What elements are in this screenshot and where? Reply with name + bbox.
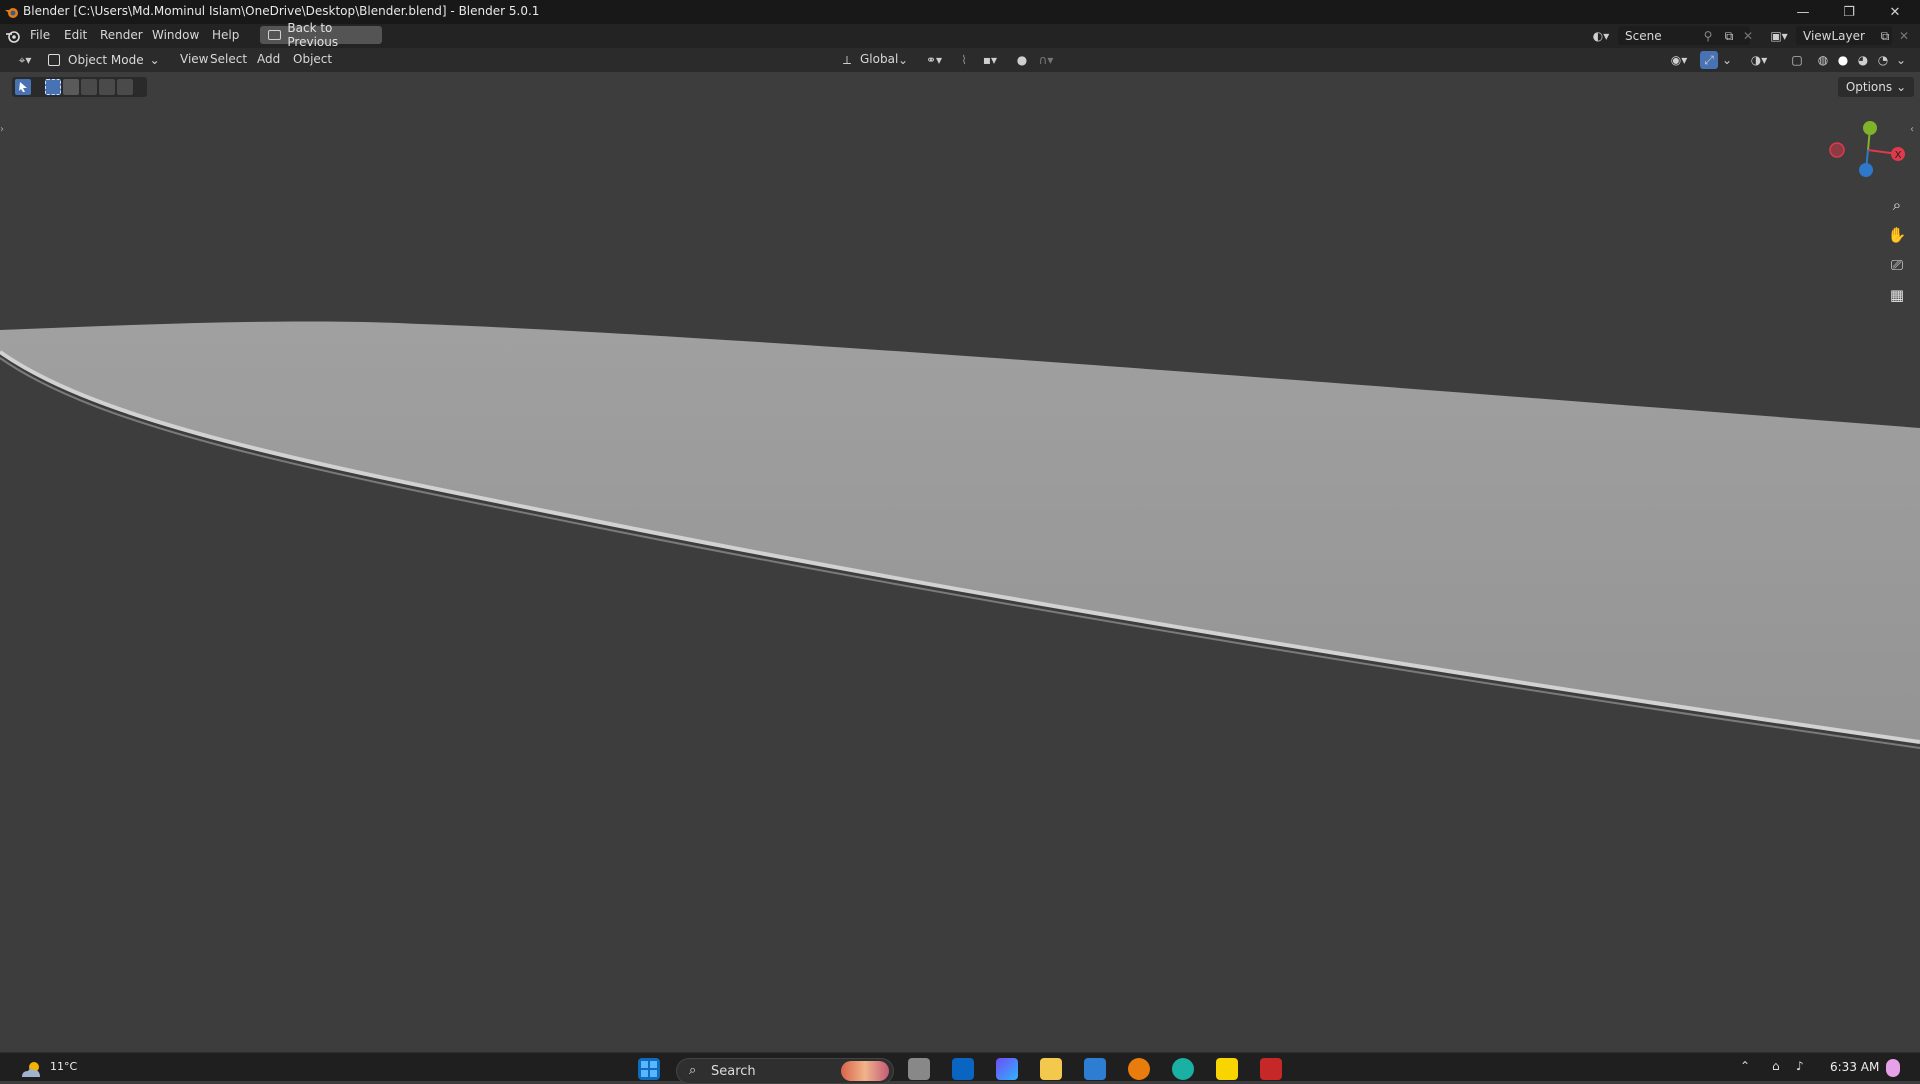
toolbar-toggle-icon[interactable]: › (0, 124, 4, 135)
taskbar-clock[interactable]: 6:33 AM (1830, 1060, 1879, 1074)
menu-help[interactable]: Help (212, 28, 239, 42)
select-new-icon[interactable] (45, 79, 61, 95)
menu-file[interactable]: File (30, 28, 50, 42)
menu-edit[interactable]: Edit (64, 28, 87, 42)
blender-menu-icon[interactable] (5, 28, 21, 44)
perspective-grid-icon[interactable]: ▦ (1883, 281, 1911, 309)
viewport-header: ⌖▾ View Select Add Object ⟂ Global ⌄ ⚭▾ … (0, 48, 1920, 72)
select-extend-icon[interactable] (63, 79, 79, 95)
tray-overflow-icon[interactable]: ⌃ (1740, 1059, 1750, 1073)
pan-hand-icon[interactable]: ✋ (1883, 221, 1911, 249)
scene-selector-icon[interactable]: ◐▾ (1586, 27, 1616, 45)
camera-view-icon[interactable]: ⎚ (1883, 251, 1911, 279)
3d-viewport[interactable]: Options ⌄ › ‹ X ⌕ ✋ ⎚ ▦ (0, 72, 1920, 1052)
select-intersect-icon[interactable] (117, 79, 133, 95)
new-scene-icon[interactable]: ⧉ (1720, 27, 1738, 45)
wireframe-shading-icon[interactable]: ◍ (1814, 51, 1832, 69)
volume-icon[interactable]: ♪ (1796, 1059, 1804, 1073)
network-icon[interactable]: ⌂ (1772, 1059, 1780, 1073)
microsoft-store-icon[interactable] (1084, 1058, 1106, 1080)
delete-scene-icon[interactable]: ✕ (1740, 27, 1756, 45)
back-screen-icon (268, 30, 282, 40)
editor-type-icon[interactable]: ⌖▾ (10, 51, 40, 69)
overlays-icon[interactable]: ◑▾ (1744, 51, 1774, 69)
transform-orientation-select[interactable]: Global (860, 52, 898, 66)
shading-options-icon[interactable]: ⌄ (1894, 51, 1908, 69)
xray-toggle-icon[interactable]: ▢ (1788, 51, 1806, 69)
rendered-shading-icon[interactable]: ◔ (1874, 51, 1892, 69)
gizmo-neg-x-axis[interactable] (1829, 142, 1845, 158)
search-highlight-image (841, 1061, 889, 1081)
pin-scene-icon[interactable]: ⚲ (1700, 27, 1716, 45)
pivot-point-icon[interactable]: ⚭▾ (920, 51, 948, 69)
search-placeholder: Search (711, 1064, 756, 1079)
object-mode-icon (48, 54, 60, 66)
weather-icon[interactable] (18, 1057, 44, 1081)
gizmo-dropdown-icon[interactable]: ⌄ (1720, 51, 1734, 69)
proportional-editing-icon[interactable]: ● (1014, 51, 1030, 69)
maximize-button[interactable]: ❐ (1826, 0, 1872, 24)
close-button[interactable]: ✕ (1872, 0, 1918, 24)
menu-window[interactable]: Window (152, 28, 199, 42)
menu-select[interactable]: Select (210, 52, 247, 66)
view-layer-selector-icon[interactable]: ▣▾ (1764, 27, 1794, 45)
task-view-icon[interactable] (908, 1058, 930, 1080)
back-to-previous-button[interactable]: Back to Previous (260, 21, 382, 49)
chevron-down-icon: ⌄ (149, 53, 160, 67)
chevron-down-icon[interactable]: ⌄ (896, 51, 910, 69)
blender-logo-icon (5, 8, 18, 18)
file-explorer-icon[interactable] (1040, 1058, 1062, 1080)
new-view-layer-icon[interactable]: ⧉ (1876, 27, 1894, 45)
object-mode-select[interactable]: Object Mode ⌄ (48, 51, 160, 69)
zoom-icon[interactable]: ⌕ (1883, 191, 1911, 219)
blender-taskbar-icon[interactable] (1128, 1058, 1150, 1080)
menu-view[interactable]: View (180, 52, 208, 66)
snap-target-icon[interactable]: ▪▾ (976, 51, 1004, 69)
taskbar-search[interactable]: ⌕ Search (676, 1058, 894, 1084)
scene-name-label: Scene (1625, 28, 1662, 43)
menu-render[interactable]: Render (100, 28, 143, 42)
back-to-previous-label: Back to Previous (287, 21, 339, 49)
select-invert-icon[interactable] (99, 79, 115, 95)
navigation-gizmo[interactable]: X (1820, 114, 1910, 186)
visibility-eye-icon[interactable]: ◉▾ (1664, 51, 1694, 69)
search-icon: ⌕ (689, 1063, 697, 1078)
gizmo-y-axis[interactable] (1863, 121, 1877, 135)
options-dropdown[interactable]: Options ⌄ (1838, 77, 1914, 97)
copilot-icon[interactable] (996, 1058, 1018, 1080)
transform-orientation-icon: ⟂ (842, 52, 851, 67)
outlook-icon[interactable] (952, 1058, 974, 1080)
menu-add[interactable]: Add (257, 52, 280, 66)
sidebar-toggle-icon[interactable]: ‹ (1910, 124, 1914, 135)
delete-view-layer-icon[interactable]: ✕ (1896, 27, 1912, 45)
object-mode-label: Object Mode (68, 53, 144, 67)
snipping-tool-icon[interactable] (1260, 1058, 1282, 1080)
gizmo-toggle-icon[interactable]: ⤢ (1700, 51, 1718, 69)
edge-icon[interactable] (1172, 1058, 1194, 1080)
solid-shading-icon[interactable]: ● (1834, 51, 1852, 69)
proportional-falloff-icon[interactable]: ∩▾ (1032, 51, 1060, 69)
options-label: Options (1845, 80, 1893, 94)
blade-mesh[interactable] (0, 321, 1920, 742)
view-layer-label: ViewLayer (1803, 28, 1865, 43)
viewport-canvas[interactable] (0, 72, 1920, 1052)
select-subtract-icon[interactable] (81, 79, 97, 95)
selection-mode-toolbar (12, 77, 147, 97)
chevron-down-icon: ⌄ (1896, 80, 1907, 94)
menu-object[interactable]: Object (293, 52, 332, 66)
weather-temperature[interactable]: 11°C (50, 1060, 77, 1073)
select-tool-icon[interactable] (15, 79, 31, 95)
snap-toggle-icon[interactable]: ⌇ (956, 51, 972, 69)
windows-start-icon[interactable] (638, 1058, 660, 1080)
minimize-button[interactable]: — (1780, 0, 1826, 24)
gizmo-x-label: X (1895, 150, 1902, 161)
sticky-notes-icon[interactable] (1216, 1058, 1238, 1080)
gizmo-z-axis[interactable] (1859, 163, 1873, 177)
window-title: Blender [C:\Users\Md.Mominul Islam\OneDr… (23, 4, 540, 18)
notification-icon[interactable] (1886, 1059, 1900, 1077)
windows-taskbar: ⌃ ⌂ ♪ (0, 1052, 1920, 1081)
material-preview-icon[interactable]: ◕ (1854, 51, 1872, 69)
